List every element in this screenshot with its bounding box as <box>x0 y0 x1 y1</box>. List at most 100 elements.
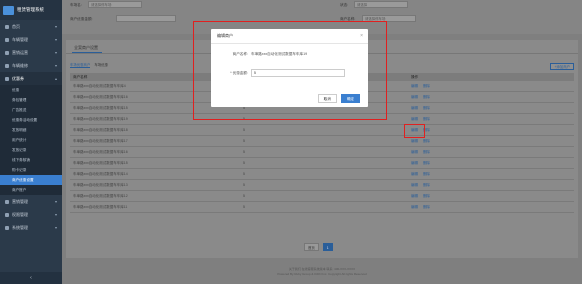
sidebar: 租赁管理系统 首页 ▾ 车辆管理 ▾ 营销运营 ▾ 车辆维修 ▾ 优惠券 ▴ 优惠 券包管… <box>0 0 62 284</box>
actions-cell: 编辑 删除 <box>408 139 574 144</box>
sub-tabs: 车场优惠商户 车场优惠 <box>70 62 108 68</box>
actions-cell: 编辑 删除 <box>408 183 574 188</box>
delete-link[interactable]: 删除 <box>423 95 430 100</box>
merchant-name-cell: 车埠路xxx自动化测试数据车车库18 <box>73 127 128 132</box>
table-row: 车埠路xxx自动化测试数据车车库12 5 编辑 删除 <box>70 191 574 202</box>
sub-tab-merchants[interactable]: 车场优惠商户 <box>70 62 91 68</box>
sidebar-subitem[interactable]: 广告推送 <box>0 105 62 115</box>
first-page-button[interactable]: 首页 <box>304 243 319 251</box>
delete-link[interactable]: 删除 <box>423 117 430 122</box>
filter-label: 商户优惠金额: <box>70 17 93 21</box>
tab-merchant-settings[interactable]: 全案商户设置 <box>74 45 98 51</box>
actions-cell: 编辑 删除 <box>408 95 574 100</box>
sidebar-subitem[interactable]: 优惠券活动设置 <box>0 115 62 125</box>
chart-icon <box>5 50 9 55</box>
chevron-down-icon: ▾ <box>54 225 57 230</box>
table-row: 车埠路xxx自动化测试数据车车库16 5 编辑删除 <box>70 147 574 158</box>
chevron-down-icon: ▾ <box>54 37 57 42</box>
delete-link[interactable]: 删除 <box>423 84 430 89</box>
edit-link[interactable]: 编辑 <box>411 95 418 100</box>
collapse-sidebar-button[interactable]: ‹ <box>0 272 62 284</box>
edit-link[interactable]: 编辑 <box>411 117 418 122</box>
merchant-name-cell: 车埠路xxx自动化测试数据车车库17 <box>73 138 128 143</box>
sidebar-item-marketing[interactable]: 营销管理 ▾ <box>0 195 62 208</box>
sidebar-item-coupons[interactable]: 优惠券 ▴ <box>0 72 62 85</box>
sidebar-item-permissions[interactable]: 权限管理 ▾ <box>0 208 62 221</box>
merchant-name-cell: 车埠路xxx自动化测试数据车车库11 <box>73 204 128 209</box>
merchant-name-cell: 车埠路xxx自动化测试数据车车库16 <box>73 149 128 154</box>
actions-cell: 编辑 删除 <box>408 128 574 133</box>
add-merchant-button[interactable]: +添加商户 <box>550 63 574 70</box>
merchant-name-cell: 车埠路xxx自动化测试数据车车库13 <box>73 182 128 187</box>
sidebar-item-home[interactable]: 首页 ▾ <box>0 20 62 33</box>
home-icon <box>5 24 9 29</box>
amount-cell: 5 <box>243 183 245 187</box>
delete-link[interactable]: 删除 <box>423 161 430 166</box>
amount-cell: 5 <box>243 161 245 165</box>
chevron-down-icon: ▾ <box>54 24 57 29</box>
sidebar-item-vehicles[interactable]: 车辆管理 ▾ <box>0 33 62 46</box>
chevron-down-icon: ▾ <box>54 199 57 204</box>
amount-cell: 5 <box>243 205 245 209</box>
sub-tab-discount[interactable]: 车场优惠 <box>94 62 108 68</box>
lock-icon <box>5 212 9 217</box>
delete-link[interactable]: 删除 <box>423 139 430 144</box>
delete-link[interactable]: 删除 <box>423 150 430 155</box>
delete-link[interactable]: 删除 <box>423 106 430 111</box>
actions-cell: 编辑 删除 <box>408 117 574 122</box>
car-icon <box>5 37 9 42</box>
edit-link[interactable]: 编辑 <box>411 106 418 111</box>
amount-cell: 5 <box>243 172 245 176</box>
chevron-down-icon: ▾ <box>54 63 57 68</box>
table-row: 车埠路xxx自动化测试数据车车库14 5 编辑 删除 <box>70 169 574 180</box>
column-header: 操作 <box>411 74 419 79</box>
edit-link[interactable]: 编辑 <box>411 194 418 199</box>
footer: 关于我们 在线客服系统版本 联系: 400-XXX-XXXX Powered B… <box>62 267 582 277</box>
footer-copyright: Powered By Ruby Group & ICDN Inc. Copyri… <box>277 272 367 276</box>
wrench-icon <box>5 63 9 68</box>
sidebar-item-repair[interactable]: 车辆维修 ▾ <box>0 59 62 72</box>
parking-select[interactable]: 请选择停车场 <box>88 1 142 8</box>
current-page[interactable]: 1 <box>322 243 333 251</box>
edit-link[interactable]: 编辑 <box>411 139 418 144</box>
delete-link[interactable]: 删除 <box>423 183 430 188</box>
sidebar-subitem[interactable]: 券包管理 <box>0 95 62 105</box>
merchant-name-cell: 车埠路xxx自动化测试数据车车库15 <box>73 160 128 165</box>
app-logo: 租赁管理系统 <box>0 0 62 20</box>
table-row: 车埠路xxx自动化测试数据车车库18 5 编辑 删除 <box>70 125 574 136</box>
pagination: 首页 1 <box>304 243 333 251</box>
app-title: 租赁管理系统 <box>17 7 44 12</box>
sidebar-subitem[interactable]: 用户统计 <box>0 135 62 145</box>
sidebar-subitem[interactable]: 优惠 <box>0 85 62 95</box>
delete-link[interactable]: 删除 <box>423 205 430 210</box>
sidebar-item-operations[interactable]: 营销运营 ▾ <box>0 46 62 59</box>
sidebar-item-system[interactable]: 系统管理 ▾ <box>0 221 62 234</box>
delete-link[interactable]: 删除 <box>423 194 430 199</box>
table-row: 车埠路xxx自动化测试数据车车库13 5 编辑 删除 <box>70 180 574 191</box>
actions-cell: 编辑 删除 <box>408 161 574 166</box>
amount-input[interactable] <box>116 15 176 22</box>
edit-link[interactable]: 编辑 <box>411 150 418 155</box>
sidebar-subitem[interactable]: 购卡记录 <box>0 165 62 175</box>
sidebar-subitem[interactable]: 发放明细 <box>0 125 62 135</box>
edit-link[interactable]: 编辑 <box>411 183 418 188</box>
amount-cell: 5 <box>243 128 245 132</box>
sidebar-subitem-active[interactable]: 商户优惠设置 <box>0 175 62 185</box>
edit-link[interactable]: 编辑 <box>411 84 418 89</box>
highlight-box-dialog <box>193 21 387 120</box>
sidebar-subitem[interactable]: 商户账户 <box>0 185 62 195</box>
actions-cell: 编辑 删除 <box>408 205 574 210</box>
amount-cell: 5 <box>243 194 245 198</box>
status-select[interactable]: 请选择 <box>354 1 408 8</box>
sidebar-subitem[interactable]: 线下券核销 <box>0 155 62 165</box>
edit-link[interactable]: 编辑 <box>411 161 418 166</box>
actions-cell: 编辑 删除 <box>408 172 574 177</box>
merchant-name-cell: 车埠路xxx自动化测试数据车车库14 <box>73 171 128 176</box>
delete-link[interactable]: 删除 <box>423 172 430 177</box>
edit-link[interactable]: 编辑 <box>411 205 418 210</box>
sidebar-subitem[interactable]: 发放记录 <box>0 145 62 155</box>
highlight-box-edit <box>404 124 425 138</box>
filter-label: 状态: <box>340 3 349 7</box>
actions-cell: 编辑 删除 <box>408 150 574 155</box>
edit-link[interactable]: 编辑 <box>411 172 418 177</box>
